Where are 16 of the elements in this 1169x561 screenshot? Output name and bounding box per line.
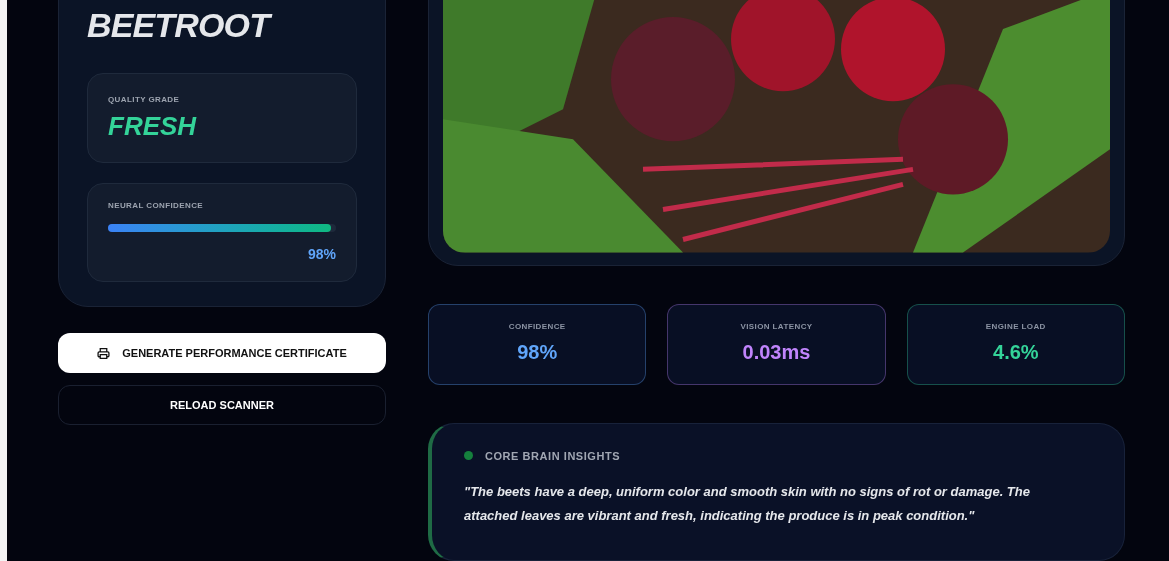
reload-button[interactable]: RELOAD SCANNER (58, 385, 386, 425)
insights-title: CORE BRAIN INSIGHTS (485, 448, 621, 464)
grade-value: FRESH (108, 110, 198, 142)
stat-label: CONFIDENCE (508, 321, 566, 333)
grade-label: QUALITY GRADE (108, 94, 181, 106)
stat-label: ENGINE LOAD (985, 321, 1046, 333)
produce-title: BEETROOT (87, 5, 357, 45)
stat-value: 0.03ms (742, 340, 811, 365)
insights-text: "The beets have a deep, uniform color and smooth skin with no signs of rot or damage. The attached leaves are vibrant and fresh, indicating the produce is in peak condition." (464, 483, 1031, 525)
confidence-reading: 98% (306, 245, 336, 264)
stat-value: 4.6% (993, 340, 1039, 365)
stat-label: VISION LATENCY (740, 321, 813, 333)
certificate-button[interactable]: GENERATE PERFORMANCE CERTIFICATE (58, 333, 386, 373)
printer-icon (97, 346, 111, 360)
stat-value: 98% (517, 340, 558, 365)
confidence-label: NEURAL CONFIDENCE (108, 200, 205, 212)
